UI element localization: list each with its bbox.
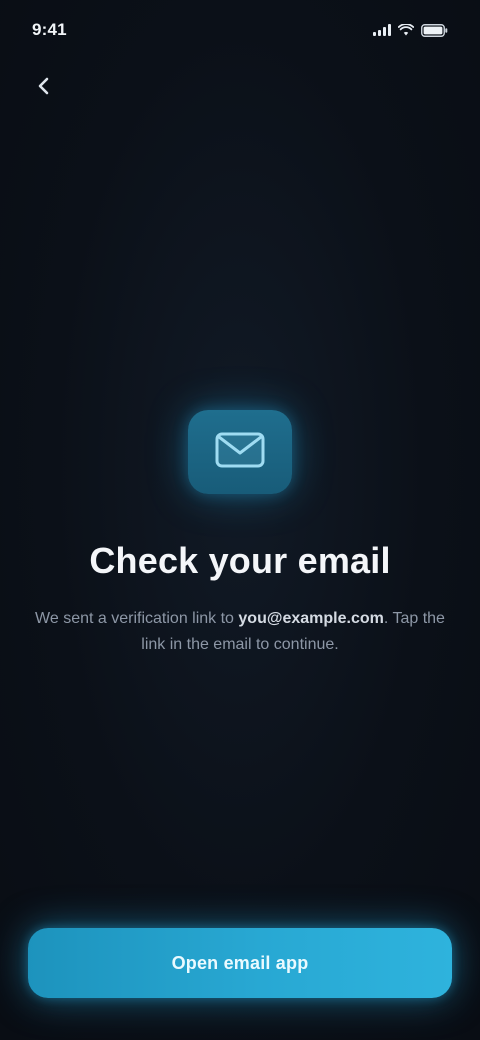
open-email-app-button[interactable]: Open email app xyxy=(28,928,452,998)
status-icons xyxy=(373,23,448,37)
email-address: you@example.com xyxy=(238,610,384,627)
signal-icon xyxy=(373,24,391,36)
confirmation-panel: Check your email We sent a verification … xyxy=(0,410,480,658)
chevron-left-icon xyxy=(33,75,55,102)
battery-icon xyxy=(421,23,448,37)
instructions-text: We sent a verification link to you@examp… xyxy=(30,606,450,658)
status-bar: 9:41 xyxy=(0,0,480,60)
wifi-icon xyxy=(398,24,414,36)
instructions-before: We sent a verification link to xyxy=(35,610,239,627)
mail-icon xyxy=(215,432,265,473)
back-button[interactable] xyxy=(22,66,66,110)
mail-badge xyxy=(188,410,292,494)
status-time: 9:41 xyxy=(32,20,67,39)
page-title: Check your email xyxy=(89,540,391,581)
